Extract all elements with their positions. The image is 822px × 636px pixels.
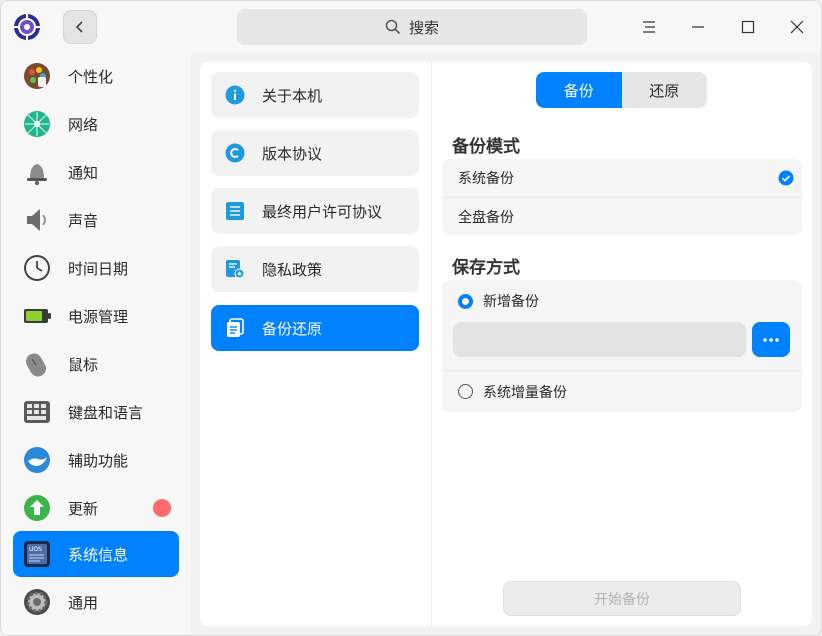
- sidebar-item-label: 电源管理: [68, 307, 129, 326]
- sidebar-item-power[interactable]: 电源管理: [13, 293, 179, 339]
- menu-item-eula[interactable]: 最终用户许可协议: [211, 188, 419, 234]
- privacy-icon: [224, 258, 246, 280]
- minimize-icon: [692, 26, 704, 28]
- maximize-button[interactable]: [736, 15, 760, 39]
- update-icon: [21, 492, 53, 524]
- option-system-backup[interactable]: 系统备份: [442, 159, 802, 197]
- sidebar-item-general[interactable]: 通用: [13, 579, 179, 625]
- control-center-logo-icon: [13, 13, 41, 41]
- sidebar-item-datetime[interactable]: 时间日期: [13, 245, 179, 291]
- close-icon: [790, 20, 804, 34]
- accessibility-icon: [21, 444, 53, 476]
- bell-icon: [21, 156, 53, 188]
- save-method-group: 新增备份 系统增量备份: [442, 280, 802, 412]
- radio-unselected-icon[interactable]: [458, 384, 473, 399]
- menu-item-label: 隐私政策: [262, 260, 323, 279]
- option-incremental-backup[interactable]: 系统增量备份: [442, 370, 802, 412]
- menu-item-privacy[interactable]: 隐私政策: [211, 246, 419, 292]
- menu-item-label: 最终用户许可协议: [262, 202, 383, 221]
- maximize-icon: [741, 20, 755, 34]
- svg-text:UOS: UOS: [29, 546, 42, 553]
- sidebar-item-label: 个性化: [68, 67, 114, 86]
- option-new-backup[interactable]: 新增备份: [442, 280, 802, 322]
- search-input[interactable]: 搜索: [237, 9, 587, 45]
- sidebar-item-label: 键盘和语言: [68, 403, 144, 422]
- content-panel: 关于本机 版本协议 最终用户许可协议 隐私政策 备份还原 备份 还原 备份模式 …: [200, 62, 812, 626]
- tab-backup[interactable]: 备份: [536, 72, 622, 108]
- general-icon: [21, 586, 53, 618]
- settings-window: 搜索 个性化 网络 通知 声音 时间日期 电源管理 鼠标 键盘和语言 辅助功能 …: [0, 0, 822, 636]
- minimize-button[interactable]: [686, 15, 710, 39]
- back-button[interactable]: [63, 10, 97, 44]
- backup-mode-title: 备份模式: [452, 137, 520, 157]
- sidebar-item-sound[interactable]: 声音: [13, 197, 179, 243]
- radio-selected-icon[interactable]: [458, 293, 473, 309]
- menu-item-label: 关于本机: [262, 86, 323, 105]
- checkmark-icon: [778, 170, 794, 186]
- option-label: 全盘备份: [458, 209, 514, 226]
- menu-item-backup-restore[interactable]: 备份还原: [211, 305, 419, 351]
- speaker-icon: [21, 204, 53, 236]
- menu-item-version-license[interactable]: 版本协议: [211, 130, 419, 176]
- update-badge: [153, 499, 171, 517]
- title-bar: 搜索: [1, 1, 821, 53]
- document-icon: [224, 200, 246, 222]
- sidebar-item-personalization[interactable]: 个性化: [13, 53, 179, 99]
- sidebar-item-label: 通用: [68, 593, 99, 612]
- backup-path-input[interactable]: [453, 322, 746, 357]
- sidebar-item-label: 时间日期: [68, 259, 129, 278]
- option-label: 新增备份: [483, 294, 539, 310]
- divider: [431, 62, 432, 626]
- chevron-left-icon: [75, 21, 83, 33]
- save-method-title: 保存方式: [452, 258, 520, 278]
- keyboard-icon: [21, 396, 53, 428]
- option-label: 系统增量备份: [483, 384, 567, 401]
- menu-item-label: 版本协议: [262, 144, 323, 163]
- sidebar-item-label: 系统信息: [68, 545, 129, 564]
- sidebar-item-label: 网络: [68, 115, 99, 134]
- sidebar-item-mouse[interactable]: 鼠标: [13, 341, 179, 387]
- browse-button[interactable]: [752, 322, 790, 357]
- backup-restore-tabs: 备份 还原: [536, 72, 707, 108]
- menu-item-about[interactable]: 关于本机: [211, 72, 419, 118]
- tab-restore[interactable]: 还原: [622, 72, 708, 108]
- sidebar-item-label: 声音: [68, 211, 99, 230]
- sidebar-item-label: 鼠标: [68, 355, 99, 374]
- option-label: 系统备份: [458, 171, 514, 187]
- more-dots-icon: [763, 337, 779, 342]
- menu-item-label: 备份还原: [262, 319, 323, 338]
- sidebar-item-accessibility[interactable]: 辅助功能: [13, 437, 179, 483]
- battery-icon: [21, 300, 53, 332]
- close-button[interactable]: [785, 15, 809, 39]
- copyright-icon: [224, 142, 246, 164]
- sidebar-item-label: 辅助功能: [68, 451, 129, 470]
- menu-button[interactable]: [637, 15, 661, 39]
- backup-icon: [224, 317, 246, 339]
- clock-icon: [21, 252, 53, 284]
- sidebar-item-notification[interactable]: 通知: [13, 149, 179, 195]
- sidebar-item-network[interactable]: 网络: [13, 101, 179, 147]
- search-icon: [385, 19, 401, 35]
- network-icon: [21, 108, 53, 140]
- sidebar-item-label: 通知: [68, 163, 99, 182]
- sidebar-item-keyboard[interactable]: 键盘和语言: [13, 389, 179, 435]
- sidebar-item-label: 更新: [68, 499, 99, 518]
- start-backup-button[interactable]: 开始备份: [503, 581, 741, 616]
- mouse-icon: [21, 348, 53, 380]
- sidebar: 个性化 网络 通知 声音 时间日期 电源管理 鼠标 键盘和语言 辅助功能 更新 …: [1, 53, 191, 635]
- backup-mode-group: 系统备份 全盘备份: [442, 159, 802, 235]
- sidebar-item-update[interactable]: 更新: [13, 485, 179, 531]
- option-full-disk-backup[interactable]: 全盘备份: [442, 197, 802, 235]
- system-info-icon: UOS: [21, 538, 53, 570]
- menu-icon: [643, 21, 655, 33]
- personalization-icon: [21, 60, 53, 92]
- search-placeholder: 搜索: [408, 18, 439, 37]
- info-icon: [224, 84, 246, 106]
- sidebar-item-system-info[interactable]: UOS 系统信息: [13, 531, 179, 577]
